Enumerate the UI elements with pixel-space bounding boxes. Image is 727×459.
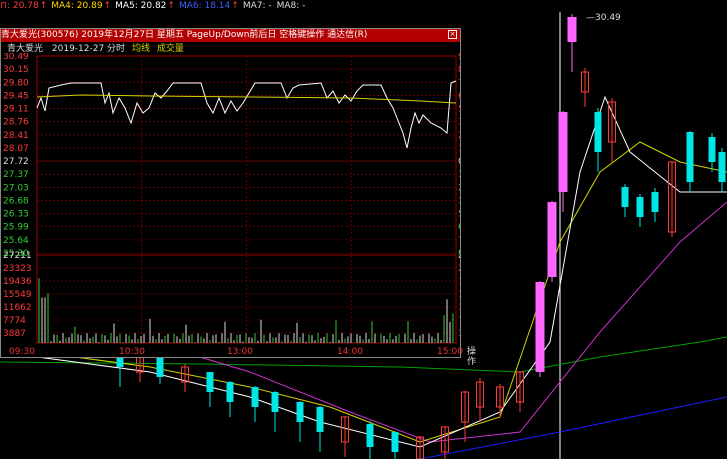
candle-body — [251, 387, 259, 407]
price-label: 26.33 — [3, 210, 29, 220]
candle-body — [226, 382, 234, 402]
volume-label: 23323 — [3, 264, 32, 274]
volume-label: 11662 — [3, 303, 32, 313]
volume-label-right: 11662 — [458, 303, 460, 313]
volume-label-right: 3887 — [458, 329, 460, 339]
candle-body — [316, 407, 324, 432]
ma-indicator-4: MA7: - — [242, 1, 272, 11]
price-label: 25.99 — [3, 223, 29, 233]
pct-label: 7.49% — [458, 78, 460, 88]
candle-body — [206, 372, 214, 392]
ma-indicator-3: MA6: 18.14 — [178, 1, 231, 11]
candle-body — [296, 402, 304, 422]
popup-title: 青大爱光(300576) 2019年12月27日 星期五 PageUp/Down… — [1, 30, 368, 40]
volume-label: 15549 — [3, 290, 32, 300]
price-label: 27.37 — [3, 170, 29, 180]
candle-body — [391, 432, 399, 452]
pct-label: 8.74% — [458, 65, 460, 75]
pct-label: 6.25% — [458, 223, 460, 233]
time-label: 15:00 — [437, 347, 463, 357]
time-axis: 09:30 10:30 13:00 14:00 15:00 操作 — [1, 347, 476, 367]
price-label: 28.41 — [3, 131, 29, 141]
candle-body — [535, 282, 545, 372]
pct-label: 0.00% — [458, 157, 460, 167]
close-icon[interactable]: × — [448, 30, 457, 39]
volume-label-right: 15549 — [458, 290, 460, 300]
operation-button[interactable]: 操作 — [467, 347, 476, 367]
volume-label-right: 19436 — [458, 277, 460, 287]
volume-label: 19436 — [3, 277, 32, 287]
ma-direction-1: ↑ — [103, 1, 112, 11]
pct-label: 7.49% — [458, 236, 460, 246]
chart-frame — [36, 55, 457, 344]
pct-label: 2.50% — [458, 183, 460, 193]
time-label: 09:30 — [9, 347, 35, 357]
price-label: 29.11 — [3, 105, 29, 115]
candle-body — [686, 132, 694, 182]
volume-label-right: 23323 — [458, 264, 460, 274]
price-label: 29.45 — [3, 91, 29, 101]
candle-body — [366, 424, 374, 447]
price-label: 28.07 — [3, 144, 29, 154]
pct-label: 2.50% — [458, 131, 460, 141]
pct-label: 1.25% — [458, 144, 460, 154]
ma-indicator-0: ⊓: 20.78 — [0, 1, 39, 11]
candle-body — [594, 112, 602, 152]
time-label: 13:00 — [227, 347, 253, 357]
price-label: 30.49 — [3, 53, 29, 62]
price-label: 27.72 — [3, 157, 29, 167]
pct-label: 3.75% — [458, 118, 460, 128]
ma-indicator-1: MA4: 20.89 — [51, 1, 103, 11]
price-label: 25.64 — [3, 236, 29, 246]
price-label: 26.68 — [3, 196, 29, 206]
candle-body — [558, 112, 568, 192]
ma-direction-0: ↑ — [39, 1, 48, 11]
candle-body — [636, 197, 644, 217]
ma-indicator-bar: ⊓: 20.78↑ MA4: 20.89↑ MA5: 20.82↑ MA6: 18.1… — [0, 0, 727, 12]
candle-body — [271, 392, 279, 412]
ma-indicator-2: MA5: 20.82 — [115, 1, 167, 11]
ma-indicator-5: MA8: - — [276, 1, 306, 11]
candle-body — [651, 192, 659, 212]
candle-body — [708, 137, 716, 162]
pct-label: 5.00% — [458, 105, 460, 115]
candle-body — [567, 17, 577, 42]
volume-label-right: 27211 — [458, 251, 460, 261]
volume-label: 3887 — [3, 329, 26, 339]
pct-label: 3.75% — [458, 196, 460, 206]
price-label: 29.80 — [3, 78, 29, 88]
pct-label: 6.24% — [458, 91, 460, 101]
intraday-chart[interactable]: 30.49 9.99% 30.15 8.74% 29.80 7.49% 29.45 6.24%… — [1, 53, 460, 347]
pct-label: 1.25% — [458, 170, 460, 180]
candle-body — [621, 187, 629, 207]
ma-direction-3: ↑ — [231, 1, 239, 11]
pct-label: 9.99% — [458, 53, 460, 62]
price-label: 27.03 — [3, 183, 29, 193]
candle-body — [547, 202, 557, 277]
volume-label: 7774 — [3, 316, 26, 326]
volume-label: 27211 — [3, 251, 32, 261]
pct-label: 5.00% — [458, 210, 460, 220]
time-label: 14:00 — [337, 347, 363, 357]
candle-body — [718, 152, 726, 182]
popup-title-bar[interactable]: 青大爱光(300576) 2019年12月27日 星期五 PageUp/Down… — [1, 29, 460, 42]
price-label: 28.76 — [3, 118, 29, 128]
ma-direction-2: ↑ — [167, 1, 175, 11]
time-label: 10:30 — [119, 347, 145, 357]
high-price-label: —30.49 — [586, 13, 621, 23]
intraday-popup[interactable]: 青大爱光(300576) 2019年12月27日 星期五 PageUp/Down… — [0, 28, 476, 367]
price-label: 30.15 — [3, 65, 29, 75]
volume-label-right: 7774 — [458, 316, 460, 326]
